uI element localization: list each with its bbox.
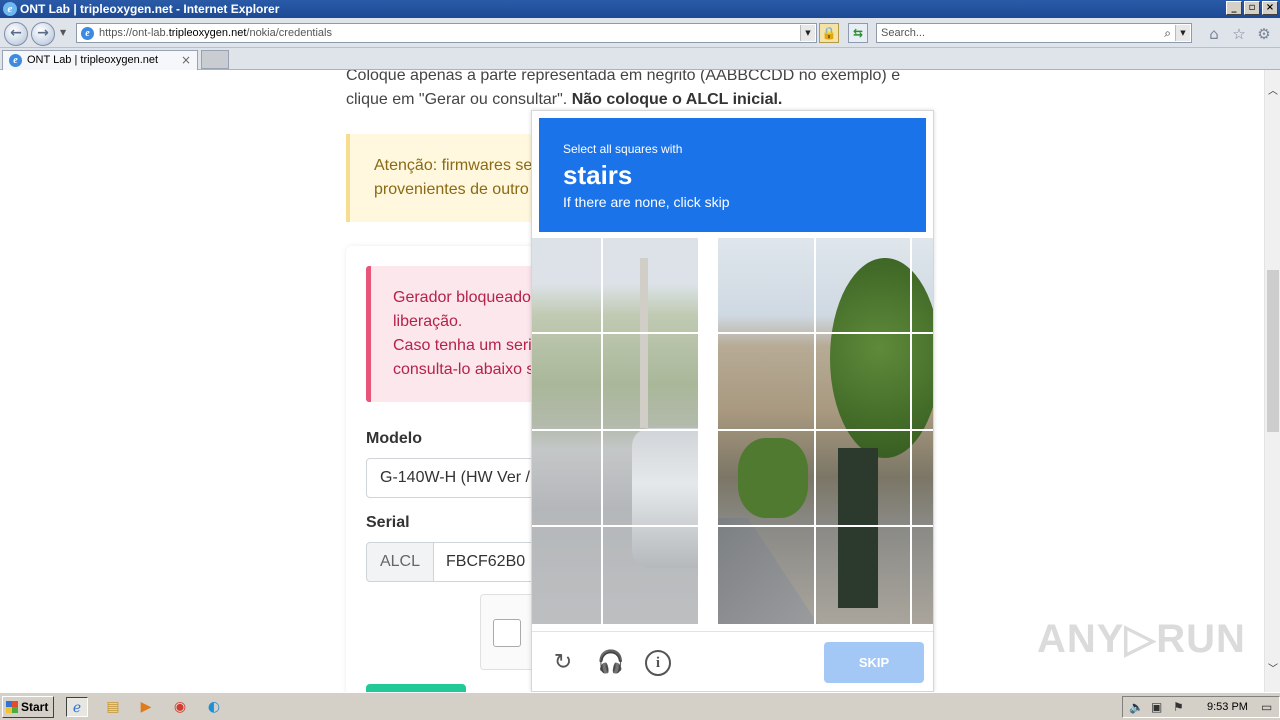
home-icon[interactable]: ⌂ <box>1205 25 1223 43</box>
window-title: ONT Lab | tripleoxygen.net - Internet Ex… <box>20 2 280 16</box>
settings-gear-icon[interactable]: ⚙ <box>1255 25 1273 43</box>
tab-ont-lab[interactable]: e ONT Lab | tripleoxygen.net × <box>2 50 198 70</box>
scroll-thumb[interactable] <box>1267 270 1279 432</box>
scroll-down-icon[interactable]: ﹀ <box>1265 662 1280 678</box>
grid-divider <box>601 238 603 624</box>
prompt-instruction: Select all squares with <box>563 142 683 156</box>
clock[interactable]: 9:53 PM <box>1207 699 1248 715</box>
info-icon[interactable]: i <box>645 650 671 676</box>
prompt-skip-hint: If there are none, click skip <box>563 194 730 210</box>
navigation-bar: ← → ▼ e https://ont-lab.tripleoxygen.net… <box>0 18 1280 48</box>
window-controls: _ ▫ × <box>1226 1 1278 15</box>
media-player-icon[interactable]: ▶ <box>135 697 157 717</box>
network-icon[interactable]: ▣ <box>1151 699 1162 715</box>
hedge <box>738 438 808 518</box>
forward-arrow-icon: → <box>37 25 49 41</box>
url-domain: tripleoxygen.net <box>168 27 247 39</box>
sidewalk <box>718 518 818 624</box>
internet-explorer-icon[interactable]: ℯ <box>66 697 88 717</box>
tab-favicon-icon: e <box>9 54 22 67</box>
intro-paragraph: Coloque apenas a parte representada em n… <box>346 70 906 112</box>
site-favicon-icon: e <box>81 27 94 40</box>
folder-icon[interactable]: ▤ <box>102 697 124 717</box>
windows-flag-icon <box>6 701 18 713</box>
url-path: /nokia/credentials <box>246 27 332 39</box>
captcha-image-right <box>718 238 933 624</box>
grid-divider <box>910 238 912 624</box>
tab-bar: e ONT Lab | tripleoxygen.net × <box>0 48 1280 70</box>
refresh-icon[interactable]: ↻ <box>550 650 576 676</box>
grid-divider <box>814 238 816 624</box>
volume-icon[interactable]: 🔈 <box>1129 699 1144 715</box>
captcha-footer: ↻ 🎧 i SKIP <box>532 631 933 691</box>
grid-divider <box>532 332 698 334</box>
prompt-object: stairs <box>563 160 633 190</box>
forward-button[interactable]: → <box>31 22 55 46</box>
tab-label: ONT Lab | tripleoxygen.net <box>27 54 159 66</box>
address-dropdown-icon[interactable]: ▼ <box>800 25 815 41</box>
serial-prefix: ALCL <box>366 542 434 582</box>
captcha-challenge-dialog: Select all squares with stairs If there … <box>531 110 934 692</box>
url-prefix: https://ont-lab. <box>99 27 169 39</box>
security-lock-icon[interactable]: 🔒 <box>819 23 839 43</box>
captcha-prompt: Select all squares with stairs If there … <box>539 118 926 232</box>
iron-gate <box>838 448 878 608</box>
maximize-button[interactable]: ▫ <box>1244 1 1260 15</box>
audio-headphones-icon[interactable]: 🎧 <box>597 650 624 676</box>
start-button[interactable]: Start <box>2 696 54 718</box>
grid-divider <box>532 525 698 527</box>
model-label: Modelo <box>366 430 422 447</box>
action-center-flag-icon[interactable]: ⚑ <box>1173 699 1184 715</box>
submit-button[interactable] <box>366 684 466 692</box>
serial-label: Serial <box>366 514 410 531</box>
close-button[interactable]: × <box>1262 1 1278 15</box>
skip-button[interactable]: SKIP <box>824 642 924 683</box>
image-fade-overlay <box>532 238 698 624</box>
tree <box>830 258 933 458</box>
system-tray: 🔈 ▣ ⚑ 9:53 PM ▭ <box>1122 696 1280 718</box>
new-tab-button[interactable] <box>201 50 229 69</box>
page-scrollbar[interactable]: ︿ ﹀ <box>1264 70 1280 692</box>
back-arrow-icon: ← <box>10 25 22 41</box>
history-dropdown-icon[interactable]: ▼ <box>60 29 66 37</box>
start-label: Start <box>21 700 49 714</box>
edge-icon[interactable]: ◐ <box>203 697 225 717</box>
window-titlebar: e ONT Lab | tripleoxygen.net - Internet … <box>0 0 1280 18</box>
tab-close-icon[interactable]: × <box>181 51 191 69</box>
grid-divider <box>532 429 698 431</box>
chrome-icon[interactable]: ◉ <box>169 697 191 717</box>
back-button[interactable]: ← <box>4 22 28 46</box>
windows-taskbar: Start ℯ ▤ ▶ ◉ ◐ 🔈 ▣ ⚑ 9:53 PM ▭ <box>0 692 1280 720</box>
search-box[interactable]: Search... ⌕ ▼ <box>876 23 1192 43</box>
anyrun-watermark: ANY▷RUN <box>1037 617 1246 661</box>
ie-logo-icon: e <box>3 2 17 16</box>
address-bar[interactable]: e https://ont-lab.tripleoxygen.net/nokia… <box>76 23 817 43</box>
show-desktop-icon[interactable]: ▭ <box>1261 699 1272 715</box>
hcaptcha-checkbox[interactable] <box>493 619 521 647</box>
favorites-star-icon[interactable]: ☆ <box>1230 25 1248 43</box>
search-placeholder: Search... <box>881 27 926 39</box>
grid-divider <box>718 525 933 527</box>
search-dropdown-icon[interactable]: ▼ <box>1175 25 1190 41</box>
compat-refresh-icon[interactable]: ⇆ <box>848 23 868 43</box>
intro-bold-text: Não coloque o ALCL inicial. <box>571 91 783 108</box>
minimize-button[interactable]: _ <box>1226 1 1242 15</box>
grid-divider <box>718 332 933 334</box>
scroll-up-icon[interactable]: ︿ <box>1265 84 1280 100</box>
search-icon[interactable]: ⌕ <box>1164 24 1171 42</box>
grid-divider <box>718 429 933 431</box>
captcha-image-left <box>532 238 698 624</box>
